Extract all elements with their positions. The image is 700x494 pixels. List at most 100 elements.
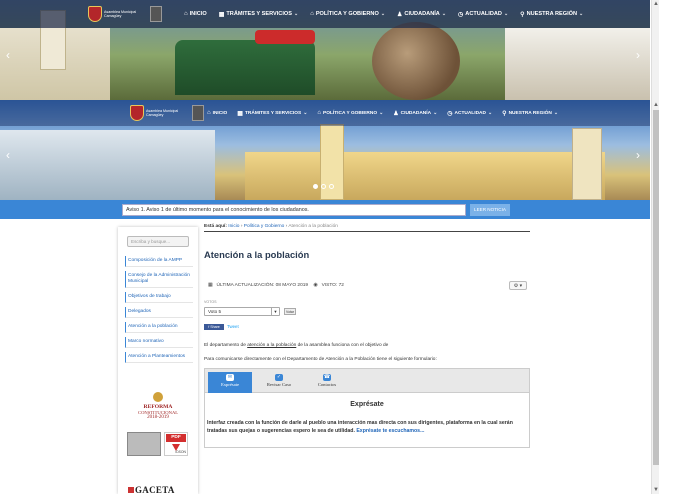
site-logo[interactable]: Asamblea Municipal Camagüey xyxy=(88,4,162,24)
chevron-down-icon: ⌄ xyxy=(380,11,386,17)
vote-select[interactable]: Voto 5 ▼ xyxy=(204,307,280,316)
last-updated: ÚLTIMA ACTUALIZACIÓN: 08 MAYO 2019 xyxy=(216,283,309,288)
slider-next-icon[interactable]: › xyxy=(636,48,640,62)
sidebar-search-input[interactable]: Escriba y busque... xyxy=(127,236,189,247)
form-description: Interfaz creada con la función de darle … xyxy=(207,420,513,434)
form-intro-paragraph: Para comunicarse directamente con el Dep… xyxy=(204,357,437,362)
coat-of-arms-icon xyxy=(88,6,102,22)
share-buttons: f Share Tweet xyxy=(204,323,532,333)
menu-item-ciudadania[interactable]: ♟ CIUDADANÍA ⌄ xyxy=(397,11,446,18)
gaceta-banner[interactable]: GACETA xyxy=(128,485,175,494)
sidebar-item-consejo[interactable]: Consejo de la Administración Municipal xyxy=(125,271,193,288)
slider-dot[interactable] xyxy=(321,184,326,189)
menu-item-tramites[interactable]: ▦ TRÁMITES Y SERVICIOS ⌄ xyxy=(237,110,307,117)
menu-item-ciudadania[interactable]: ♟ CIUDADANÍA ⌄ xyxy=(393,110,437,117)
slider-prev-icon[interactable]: ‹ xyxy=(6,48,10,62)
sidebar-item-marco[interactable]: Marco normativo xyxy=(125,337,193,348)
contact-form-panel: ✉ Exprésate ✓ Revisar Caso ☎ Contactos Expr… xyxy=(204,368,530,448)
sidebar-item-objetivos[interactable]: Objetivos de trabajo xyxy=(125,292,193,303)
page: Asamblea Municipal Camagüey ⌂ INICIO ▦ TRÁ… xyxy=(0,0,650,494)
scroll-up-icon[interactable]: ▲ xyxy=(652,0,660,8)
sidebar: Escriba y busque... Composición de la AM… xyxy=(118,227,198,494)
phone-icon: ☎ xyxy=(323,374,331,381)
calendar-icon: ▦ xyxy=(208,283,213,288)
scenery-arcade xyxy=(505,28,650,100)
slider-dots xyxy=(313,184,334,189)
sidebar-item-delegados[interactable]: Delegados xyxy=(125,307,193,318)
main-menu-secondary: ⌂ INICIO ▦ TRÁMITES Y SERVICIOS ⌄ ⌂ POLÍTICA… xyxy=(207,100,558,126)
reforma-banner[interactable]: REFORMA CONSTITUCIONAL 2018-2019 xyxy=(138,392,178,421)
main-menu: ⌂ INICIO ▦ TRÁMITES Y SERVICIOS ⌄ ⌂ POLÍTICA… xyxy=(184,0,583,28)
expresate-link[interactable]: Exprésate te escuchamos... xyxy=(356,428,424,434)
breadcrumb-current: Atención a la población xyxy=(288,224,338,229)
chevron-down-icon: ⌄ xyxy=(293,11,299,17)
scroll-down-icon[interactable]: ▼ xyxy=(652,486,660,494)
sidebar-item-composicion[interactable]: Composición de la AMPP xyxy=(125,256,193,267)
map-pin-icon: ⚲ xyxy=(520,11,525,18)
tab-contactos[interactable]: ☎ Contactos xyxy=(305,372,349,393)
menu-item-region[interactable]: ⚲ NUESTRA REGIÓN ⌄ xyxy=(520,11,583,18)
eye-icon: ◉ xyxy=(313,283,318,288)
home-icon: ⌂ xyxy=(184,11,188,17)
scroll-up-icon[interactable]: ▲ xyxy=(652,101,660,109)
sidebar-item-planteamientos[interactable]: Atención a Planteamientos xyxy=(125,352,193,363)
chevron-down-icon: ⌄ xyxy=(487,110,493,116)
slider-dot[interactable] xyxy=(313,184,318,189)
slider-dot[interactable] xyxy=(329,184,334,189)
facebook-share-button[interactable]: f Share xyxy=(204,324,224,330)
chevron-down-icon: ⌄ xyxy=(579,11,584,17)
site-logo[interactable]: Asamblea Municipal Camagüey xyxy=(130,103,204,123)
gear-icon: ⚙ xyxy=(513,283,519,289)
breadcrumb-link-politica[interactable]: Política y Gobierno xyxy=(244,224,285,229)
scenery-facade xyxy=(245,152,605,200)
scenery-sign xyxy=(255,30,315,44)
menu-item-actualidad[interactable]: ◷ ACTUALIDAD ⌄ xyxy=(458,11,508,18)
vote-button[interactable]: Votar xyxy=(284,308,296,315)
slider-prev-icon[interactable]: ‹ xyxy=(6,148,10,162)
breadcrumb: Está aquí: Inicio › Política y Gobierno … xyxy=(204,222,530,232)
menu-item-inicio[interactable]: ⌂ INICIO xyxy=(184,11,207,17)
tab-revisar-caso[interactable]: ✓ Revisar Caso xyxy=(257,372,301,393)
gaceta-logo-icon xyxy=(128,487,134,493)
slider-next-icon[interactable]: › xyxy=(636,148,640,162)
emblem-icon xyxy=(150,6,162,22)
grid-icon: ▦ xyxy=(237,110,243,117)
article-tools-button[interactable]: ⚙ ▾ xyxy=(509,281,527,290)
scenery-tower xyxy=(572,128,602,200)
tweet-button[interactable]: Tweet xyxy=(227,324,239,330)
scrollbar-thumb[interactable] xyxy=(653,110,659,465)
sidebar-item-atencion[interactable]: Atención a la población xyxy=(125,322,193,333)
building-icon: ⌂ xyxy=(310,11,314,17)
emblem-icon xyxy=(192,105,204,121)
check-icon: ✓ xyxy=(275,374,283,381)
caret-down-icon: ▾ xyxy=(519,283,523,289)
form-tabs: ✉ Exprésate ✓ Revisar Caso ☎ Contactos xyxy=(205,369,529,393)
clock-icon: ◷ xyxy=(447,110,453,117)
menu-item-region[interactable]: ⚲ NUESTRA REGIÓN ⌄ xyxy=(502,110,558,117)
document-thumbnail[interactable] xyxy=(127,432,161,456)
main-content: Está aquí: Inicio › Política y Gobierno … xyxy=(204,222,532,448)
page-scrollbar[interactable]: ▲ ▲ ▼ xyxy=(651,0,659,494)
menu-item-politica[interactable]: ⌂ POLÍTICA Y GOBIERNO ⌄ xyxy=(310,11,385,17)
view-count: VISTO: 72 xyxy=(321,283,344,288)
notice-text: Aviso 1. Aviso 1 de último momento para … xyxy=(122,204,466,216)
page-title: Atención a la población xyxy=(204,249,310,260)
menu-item-politica[interactable]: ⌂ POLÍTICA Y GOBIERNO ⌄ xyxy=(317,110,383,116)
secondary-navbar: Asamblea Municipal Camagüey ⌂ INICIO ▦ TRÁ… xyxy=(0,100,650,126)
menu-item-actualidad[interactable]: ◷ ACTUALIDAD ⌄ xyxy=(447,110,492,117)
menu-item-tramites[interactable]: ▦ TRÁMITES Y SERVICIOS ⌄ xyxy=(219,11,298,18)
intro-paragraph: El departamento de atención a la poblaci… xyxy=(204,343,389,348)
breadcrumb-link-inicio[interactable]: Inicio xyxy=(228,224,239,229)
chevron-down-icon: ▼ xyxy=(271,308,279,315)
menu-item-inicio[interactable]: ⌂ INICIO xyxy=(207,110,227,116)
clock-icon: ◷ xyxy=(458,11,464,18)
vote-widget: VOTOS Voto 5 ▼ Votar xyxy=(204,300,532,320)
users-icon: ♟ xyxy=(397,11,403,18)
map-pin-icon: ⚲ xyxy=(502,110,507,117)
building-icon: ⌂ xyxy=(317,110,322,116)
chevron-down-icon: ⌄ xyxy=(433,110,438,116)
pdf-download-link[interactable]: PDF iDSON xyxy=(164,432,188,456)
tab-expresate[interactable]: ✉ Exprésate xyxy=(208,372,252,393)
breadcrumb-separator: › xyxy=(240,224,243,229)
read-notice-button[interactable]: LEER NOTICIA xyxy=(470,204,510,216)
